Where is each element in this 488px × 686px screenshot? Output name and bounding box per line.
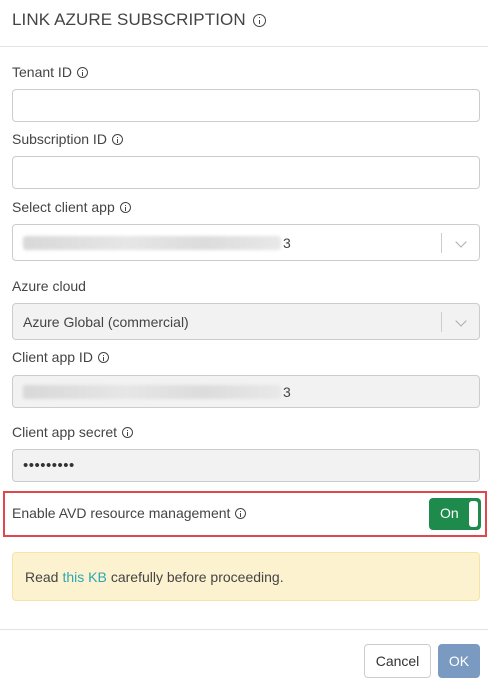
tenant-id-label-text: Tenant ID bbox=[12, 64, 72, 80]
footer-divider bbox=[0, 629, 488, 630]
client-app-value-tail: 3 bbox=[283, 234, 291, 251]
redacted-client-app bbox=[23, 235, 281, 250]
dialog-header: LINK AZURE SUBSCRIPTION bbox=[0, 0, 488, 47]
redacted-client-app-id bbox=[23, 384, 281, 399]
client-app-select[interactable]: 3 bbox=[12, 224, 480, 261]
ok-button[interactable]: OK bbox=[438, 644, 480, 678]
avd-info-icon[interactable] bbox=[235, 507, 247, 519]
subscription-id-label: Subscription ID bbox=[12, 131, 123, 147]
azure-cloud-label: Azure cloud bbox=[12, 278, 86, 294]
client-app-id-input[interactable]: 3 bbox=[12, 375, 480, 408]
azure-cloud-value: Azure Global (commercial) bbox=[23, 313, 189, 330]
tenant-id-info-icon[interactable] bbox=[76, 66, 88, 78]
avd-management-label: Enable AVD resource management bbox=[12, 505, 247, 521]
subscription-id-input[interactable] bbox=[12, 156, 480, 189]
client-app-label-text: Select client app bbox=[12, 199, 115, 215]
kb-warning-alert: Read this KB carefully before proceeding… bbox=[12, 552, 480, 601]
select-separator bbox=[441, 312, 442, 332]
subscription-id-label-text: Subscription ID bbox=[12, 131, 107, 147]
select-separator bbox=[441, 233, 442, 253]
client-app-info-icon[interactable] bbox=[119, 201, 131, 213]
azure-cloud-label-text: Azure cloud bbox=[12, 278, 86, 294]
azure-cloud-select[interactable]: Azure Global (commercial) bbox=[12, 303, 480, 340]
kb-link[interactable]: this KB bbox=[62, 569, 106, 585]
tenant-id-input[interactable] bbox=[12, 89, 480, 122]
avd-management-label-text: Enable AVD resource management bbox=[12, 505, 231, 521]
avd-management-toggle[interactable]: On bbox=[429, 498, 481, 530]
dialog-title: LINK AZURE SUBSCRIPTION bbox=[12, 10, 246, 29]
client-app-id-value-tail: 3 bbox=[283, 383, 291, 400]
subscription-id-info-icon[interactable] bbox=[111, 133, 123, 145]
client-app-secret-label-text: Client app secret bbox=[12, 424, 118, 440]
client-app-secret-label: Client app secret bbox=[12, 424, 134, 440]
toggle-state-text: On bbox=[440, 505, 459, 521]
avd-management-row: Enable AVD resource management On bbox=[3, 491, 487, 537]
chevron-down-icon[interactable] bbox=[455, 315, 467, 327]
title-info-icon[interactable] bbox=[252, 14, 266, 27]
cancel-button[interactable]: Cancel bbox=[364, 644, 431, 678]
client-app-secret-info-icon[interactable] bbox=[122, 426, 134, 438]
tenant-id-label: Tenant ID bbox=[12, 64, 88, 80]
alert-prefix: Read bbox=[25, 568, 59, 585]
client-app-id-info-icon[interactable] bbox=[97, 351, 109, 363]
link-azure-subscription-dialog: LINK AZURE SUBSCRIPTION Tenant ID Subscr… bbox=[0, 0, 488, 686]
client-app-id-label: Client app ID bbox=[12, 349, 109, 365]
chevron-down-icon[interactable] bbox=[455, 236, 467, 248]
client-app-label: Select client app bbox=[12, 199, 131, 215]
alert-suffix: carefully before proceeding. bbox=[110, 568, 284, 585]
client-app-secret-input[interactable]: ••••••••• bbox=[12, 449, 480, 482]
client-app-secret-value: ••••••••• bbox=[23, 457, 75, 474]
client-app-id-label-text: Client app ID bbox=[12, 349, 93, 365]
toggle-knob bbox=[469, 501, 478, 527]
